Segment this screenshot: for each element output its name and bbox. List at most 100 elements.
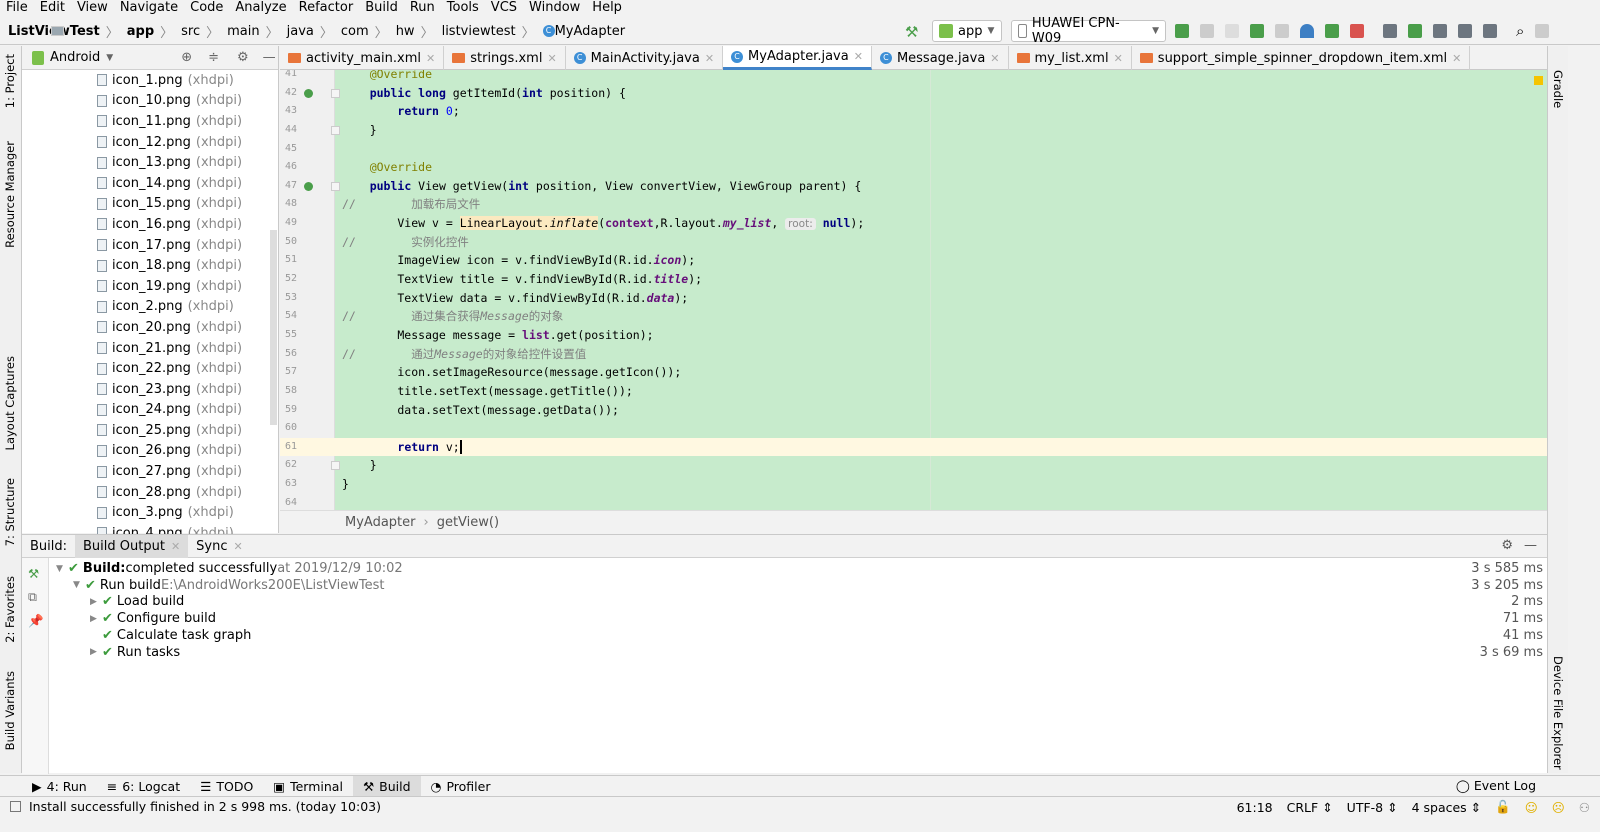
tab-my-list-xml[interactable]: my_list.xml ✕ [1009, 46, 1132, 70]
tool-tab-resource-manager[interactable]: Resource Manager [3, 141, 17, 248]
build-tree-row[interactable]: ▶ ✔ Run tasks 3 s 69 ms [50, 644, 1547, 661]
breadcrumb-item[interactable]: java 〉 [51, 22, 333, 41]
file-item[interactable]: icon_12.png (xhdpi) [22, 132, 278, 153]
apply-changes-icon[interactable] [1175, 24, 1189, 38]
tab-myadapter-java[interactable]: C MyAdapter.java ✕ [723, 46, 872, 70]
file-item[interactable]: icon_11.png (xhdpi) [22, 111, 278, 132]
close-icon[interactable]: ✕ [705, 52, 714, 65]
file-item[interactable]: icon_22.png (xhdpi) [22, 358, 278, 379]
hammer-icon[interactable]: ⚒ [28, 566, 42, 581]
fold-icon[interactable] [331, 125, 340, 135]
code-editor[interactable]: 41 @Override 42 public long getItemId(int… [280, 70, 1547, 510]
menu-tools[interactable]: Tools [441, 0, 485, 17]
menu-refactor[interactable]: Refactor [293, 0, 360, 17]
scrollbar[interactable] [270, 230, 277, 425]
tool-tab-gradle[interactable]: Gradle [1551, 70, 1565, 108]
layout-inspector-icon[interactable] [1483, 24, 1497, 38]
tool-tab-2-favorites[interactable]: 2: Favorites [3, 576, 17, 643]
tool-tab-build-variants[interactable]: Build Variants [3, 671, 17, 750]
tab-strings-xml[interactable]: strings.xml ✕ [444, 46, 566, 70]
file-item[interactable]: icon_14.png (xhdpi) [22, 173, 278, 194]
breadcrumb-class[interactable]: MyAdapter [345, 515, 415, 530]
sdk-manager-icon[interactable] [1433, 24, 1447, 38]
file-item[interactable]: icon_24.png (xhdpi) [22, 400, 278, 421]
tool-tab-1-project[interactable]: 1: Project [3, 54, 17, 108]
apply-code-changes-icon[interactable] [1200, 24, 1214, 38]
file-item[interactable]: icon_1.png (xhdpi) [22, 70, 278, 91]
gear-icon[interactable]: ⚙ [1501, 538, 1513, 553]
menu-file[interactable]: File [0, 0, 34, 17]
warning-indicator-icon[interactable] [1534, 76, 1543, 85]
device-manager-icon[interactable] [1458, 24, 1472, 38]
tool-tab-6-logcat[interactable]: ≡ 6: Logcat [97, 776, 190, 797]
tab-build-output[interactable]: Build Output ✕ [75, 534, 189, 558]
menu-vcs[interactable]: VCS [485, 0, 523, 17]
file-item[interactable]: icon_2.png (xhdpi) [22, 297, 278, 318]
tool-tab-7-structure[interactable]: 7: Structure [3, 478, 17, 546]
file-item[interactable]: icon_23.png (xhdpi) [22, 379, 278, 400]
file-item[interactable]: icon_10.png (xhdpi) [22, 91, 278, 112]
close-icon[interactable]: ✕ [426, 52, 435, 65]
breadcrumb-item[interactable]: app 〉 [51, 22, 173, 41]
pin-icon[interactable]: 📌 [28, 613, 44, 629]
file-item[interactable]: icon_20.png (xhdpi) [22, 317, 278, 338]
stop-icon[interactable] [1350, 24, 1364, 38]
hammer-icon[interactable]: ⚒ [905, 23, 918, 41]
chevron-down-icon[interactable]: ▼ [106, 53, 113, 63]
menu-navigate[interactable]: Navigate [114, 0, 184, 17]
search-icon[interactable]: ⌕ [1516, 24, 1524, 39]
tab-sync[interactable]: Sync ✕ [188, 535, 251, 558]
smile-icon[interactable]: ☺ [1525, 800, 1538, 815]
file-item[interactable]: icon_15.png (xhdpi) [22, 194, 278, 215]
file-item[interactable]: icon_17.png (xhdpi) [22, 235, 278, 256]
fold-icon[interactable] [331, 181, 340, 191]
tool-tab-build[interactable]: ⚒ Build [352, 775, 421, 797]
file-item[interactable]: icon_28.png (xhdpi) [22, 482, 278, 503]
breadcrumb-item[interactable]: main 〉 [51, 22, 279, 41]
file-item[interactable]: icon_3.png (xhdpi) [22, 502, 278, 523]
attach-debugger-icon[interactable] [1325, 24, 1339, 38]
build-tree-row[interactable]: ▶ ✔ Load build 2 ms [50, 593, 1547, 610]
tab-support-simple-spinner-dropdown-item-xml[interactable]: support_simple_spinner_dropdown_item.xml… [1132, 46, 1471, 70]
close-icon[interactable]: ✕ [990, 52, 999, 65]
avd-manager-icon[interactable] [1408, 24, 1422, 38]
file-item[interactable]: icon_21.png (xhdpi) [22, 338, 278, 359]
profile-icon[interactable] [1275, 24, 1289, 38]
project-structure-icon[interactable] [1383, 24, 1397, 38]
minimize-icon[interactable]: — [1524, 538, 1537, 553]
run-config-select[interactable]: app ▼ [932, 20, 1002, 42]
tool-tab-layout-captures[interactable]: Layout Captures [3, 356, 17, 450]
device-select[interactable]: HUAWEI CPN-W09 ▼ [1011, 16, 1166, 46]
file-encoding[interactable]: UTF-8 ⇕ [1347, 800, 1398, 815]
event-log-button[interactable]: ◯ Event Log [1456, 778, 1536, 793]
tool-tab-todo[interactable]: ☰ TODO [190, 776, 263, 797]
file-item[interactable]: icon_13.png (xhdpi) [22, 152, 278, 173]
collapse-icon[interactable]: ≑ [208, 50, 219, 65]
menu-code[interactable]: Code [184, 0, 229, 17]
inspector-icon[interactable]: ⚇ [1579, 800, 1590, 815]
toggle-view-icon[interactable]: ⧉ [28, 589, 42, 605]
minimize-icon[interactable]: — [263, 50, 276, 65]
tool-tab-device-file-explorer[interactable]: Device File Explorer [1551, 656, 1565, 770]
avatar[interactable] [1535, 24, 1550, 38]
tab-activity-main-xml[interactable]: activity_main.xml ✕ [280, 46, 445, 70]
breadcrumb-item[interactable]: src 〉 [51, 22, 219, 41]
build-tree-row[interactable]: ✔ Calculate task graph 41 ms [50, 627, 1547, 644]
fold-icon[interactable] [331, 88, 340, 98]
debug-icon[interactable] [1250, 24, 1264, 38]
profiler-icon[interactable] [1300, 24, 1314, 38]
build-tree-row[interactable]: ▶ ✔ Configure build 71 ms [50, 610, 1547, 627]
breadcrumb-item[interactable]: C MyAdapter [542, 22, 625, 41]
tool-tab-terminal[interactable]: ▣ Terminal [263, 776, 353, 797]
status-toggle-icon[interactable] [10, 801, 21, 812]
build-tree-row[interactable]: ▼ ✔ Build: completed successfully at 2019/… [50, 560, 1547, 577]
expand-down-icon[interactable]: ▼ [73, 580, 85, 590]
menu-window[interactable]: Window [523, 0, 586, 17]
menu-build[interactable]: Build [359, 0, 404, 17]
tool-tab-profiler[interactable]: ◔ Profiler [421, 776, 501, 797]
implements-method-icon[interactable] [304, 181, 313, 191]
menu-edit[interactable]: Edit [34, 0, 71, 17]
breadcrumb-item[interactable]: com 〉 [51, 22, 388, 41]
breadcrumb-item[interactable]: hw 〉 [51, 22, 434, 41]
menu-run[interactable]: Run [404, 0, 441, 17]
